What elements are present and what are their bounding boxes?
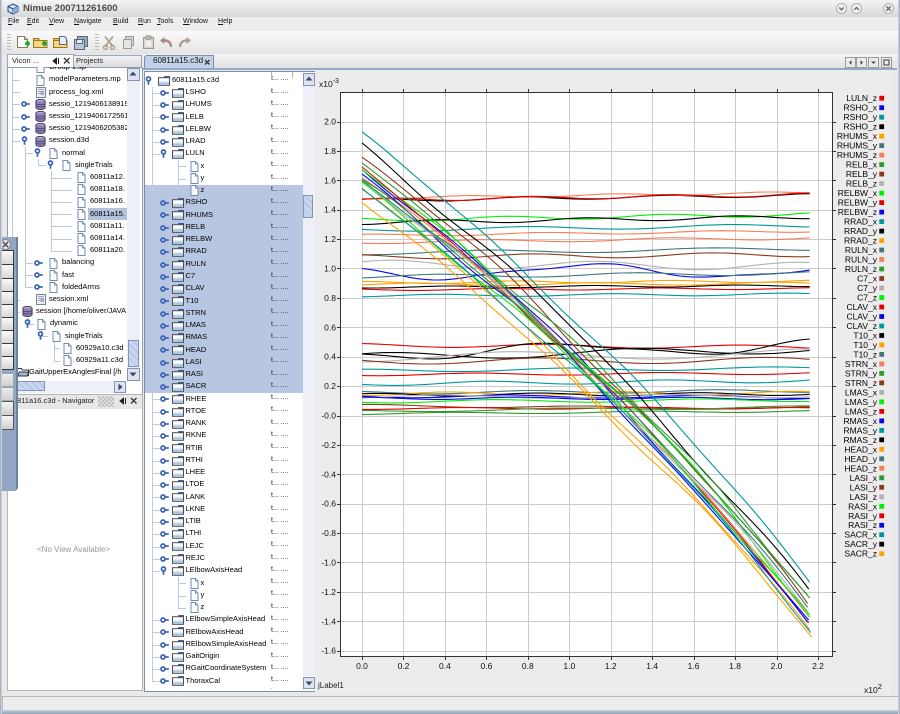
svg-text:C7_x: C7_x	[857, 274, 878, 284]
svg-text:2.2: 2.2	[812, 661, 824, 671]
svg-text:-0.8: -0.8	[321, 528, 336, 538]
svg-text:1.0: 1.0	[324, 264, 336, 274]
svg-text:-1.2: -1.2	[321, 587, 336, 597]
svg-text:-0.0: -0.0	[321, 411, 336, 421]
svg-text:1.8: 1.8	[729, 661, 741, 671]
svg-text:LMAS_x: LMAS_x	[845, 387, 878, 397]
svg-text:-0.2: -0.2	[321, 440, 336, 450]
svg-text:SACR_z: SACR_z	[844, 549, 877, 559]
svg-text:2.0: 2.0	[324, 117, 336, 127]
svg-text:2.0: 2.0	[771, 661, 783, 671]
svg-text:1.2: 1.2	[605, 661, 617, 671]
svg-text:SACR_x: SACR_x	[844, 530, 877, 540]
svg-text:0.6: 0.6	[480, 661, 492, 671]
svg-text:0.4: 0.4	[324, 352, 336, 362]
svg-text:RMAS_x: RMAS_x	[843, 416, 877, 426]
svg-text:RRAD_y: RRAD_y	[844, 226, 878, 236]
svg-text:1.4: 1.4	[646, 661, 658, 671]
svg-text:RELB_x: RELB_x	[846, 160, 878, 170]
svg-text:T10_y: T10_y	[853, 340, 877, 350]
svg-text:0.6: 0.6	[324, 322, 336, 332]
svg-text:-0.6: -0.6	[321, 499, 336, 509]
svg-text:STRN_x: STRN_x	[845, 359, 878, 369]
svg-text:0.2: 0.2	[398, 661, 410, 671]
svg-text:1.6: 1.6	[688, 661, 700, 671]
svg-text:RASI_z: RASI_z	[848, 520, 877, 530]
svg-text:RHUMS_x: RHUMS_x	[837, 131, 878, 141]
svg-text:RASI_x: RASI_x	[848, 501, 878, 511]
svg-text:C7_y: C7_y	[857, 283, 878, 293]
svg-text:RELBW_z: RELBW_z	[838, 207, 877, 217]
svg-text:0.8: 0.8	[522, 661, 534, 671]
svg-text:LASI_y: LASI_y	[850, 482, 878, 492]
svg-text:LASI_x: LASI_x	[850, 473, 878, 483]
svg-text:STRN_z: STRN_z	[845, 378, 877, 388]
svg-text:HEAD_y: HEAD_y	[844, 454, 877, 464]
svg-text:0.2: 0.2	[324, 381, 336, 391]
svg-text:T10_z: T10_z	[853, 349, 877, 359]
svg-text:1.6: 1.6	[324, 175, 336, 185]
svg-text:1.8: 1.8	[324, 146, 336, 156]
svg-text:RULN_y: RULN_y	[845, 255, 878, 265]
svg-text:RSHO_y: RSHO_y	[843, 112, 877, 122]
svg-text:HEAD_z: HEAD_z	[844, 463, 877, 473]
svg-text:CLAV_x: CLAV_x	[846, 302, 877, 312]
svg-text:LULN_z: LULN_z	[846, 93, 877, 103]
svg-text:RRAD_x: RRAD_x	[844, 217, 878, 227]
svg-text:RULN_x: RULN_x	[845, 245, 878, 255]
svg-text:SACR_y: SACR_y	[844, 539, 877, 549]
svg-text:HEAD_x: HEAD_x	[844, 444, 877, 454]
svg-text:RELBW_x: RELBW_x	[838, 188, 878, 198]
svg-text:0.4: 0.4	[439, 661, 451, 671]
svg-text:STRN_y: STRN_y	[845, 368, 878, 378]
svg-text:RHUMS_z: RHUMS_z	[837, 150, 877, 160]
svg-text:LMAS_y: LMAS_y	[845, 397, 878, 407]
svg-text:RELB_y: RELB_y	[846, 169, 878, 179]
svg-text:1.2: 1.2	[324, 234, 336, 244]
svg-text:0.8: 0.8	[324, 293, 336, 303]
svg-text:LMAS_z: LMAS_z	[845, 406, 877, 416]
svg-text:1.0: 1.0	[563, 661, 575, 671]
svg-text:RELB_z: RELB_z	[846, 179, 877, 189]
svg-text:0.0: 0.0	[356, 661, 368, 671]
svg-text:1.4: 1.4	[324, 205, 336, 215]
svg-text:RELBW_y: RELBW_y	[838, 198, 878, 208]
svg-text:-0.4: -0.4	[321, 469, 336, 479]
svg-text:RSHO_x: RSHO_x	[843, 103, 877, 113]
svg-text:RULN_z: RULN_z	[845, 264, 877, 274]
svg-text:-1.0: -1.0	[321, 558, 336, 568]
svg-text:-1.6: -1.6	[321, 646, 336, 656]
svg-text:CLAV_y: CLAV_y	[846, 312, 877, 322]
svg-text:RMAS_z: RMAS_z	[843, 435, 877, 445]
svg-text:-1.4: -1.4	[321, 616, 336, 626]
svg-text:LASI_z: LASI_z	[850, 492, 877, 502]
svg-text:RSHO_z: RSHO_z	[843, 122, 877, 132]
svg-text:T10_x: T10_x	[853, 330, 877, 340]
svg-text:C7_z: C7_z	[857, 293, 877, 303]
